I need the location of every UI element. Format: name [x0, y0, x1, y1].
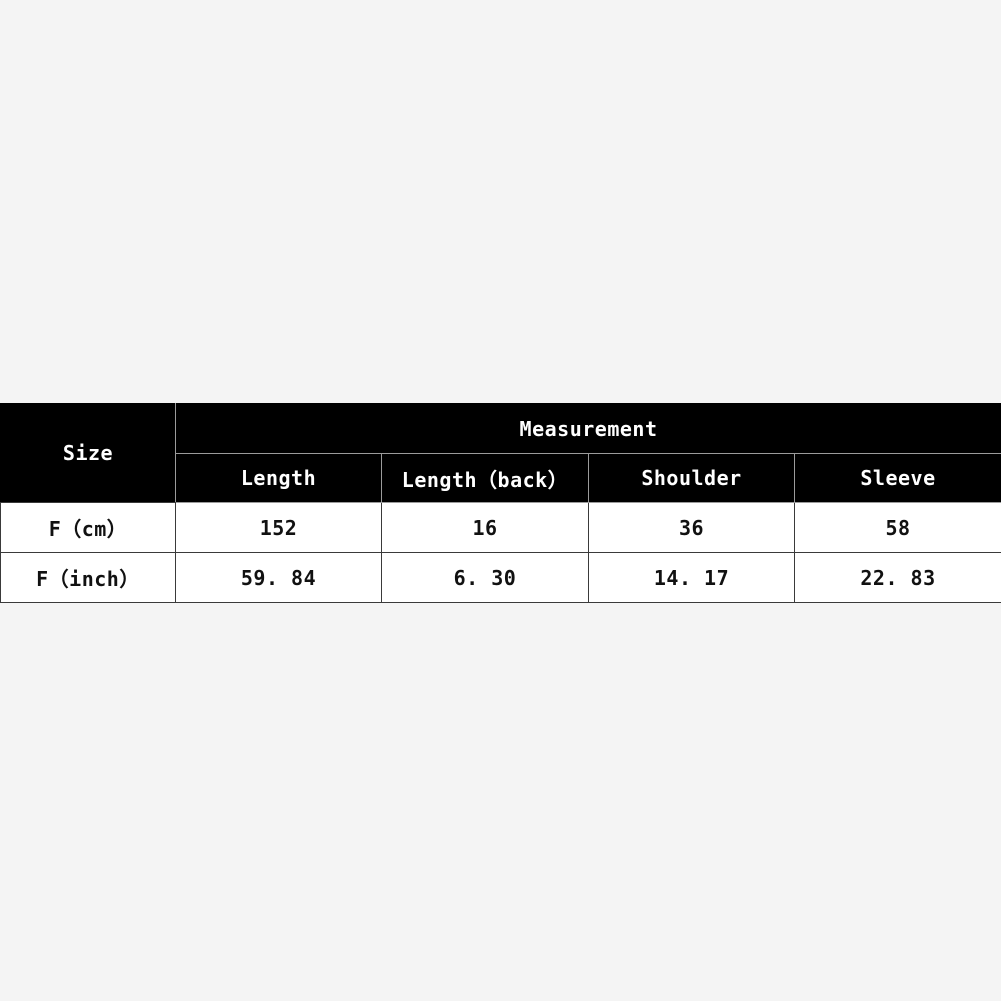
cell-inch-sleeve: 22. 83 [793, 552, 1001, 603]
cell-cm-shoulder: 36 [588, 502, 795, 553]
row-label-inch: F（inch） [0, 552, 176, 603]
header-size: Size [0, 403, 176, 503]
size-chart-table: Size Measurement Length Length（back） Sho… [0, 403, 1001, 603]
cell-cm-length: 152 [175, 502, 382, 553]
table-row: F（cm） 152 16 36 58 [0, 502, 1001, 553]
size-chart-header: Size Measurement Length Length（back） Sho… [0, 403, 1001, 503]
row-label-cm: F（cm） [0, 502, 176, 553]
header-length: Length [175, 453, 382, 503]
cell-cm-length-back: 16 [381, 502, 589, 553]
page-root: Size Measurement Length Length（back） Sho… [0, 0, 1001, 1001]
cell-inch-length: 59. 84 [175, 552, 382, 603]
table-row: F（inch） 59. 84 6. 30 14. 17 22. 83 [0, 552, 1001, 603]
header-sleeve: Sleeve [793, 453, 1001, 503]
cell-cm-sleeve: 58 [793, 502, 1001, 553]
cell-inch-length-back: 6. 30 [381, 552, 589, 603]
cell-inch-shoulder: 14. 17 [588, 552, 795, 603]
size-chart-body: F（cm） 152 16 36 58 F（inch） 59. 84 6. 30 … [0, 502, 1001, 603]
header-row-group: Size Measurement [0, 403, 1001, 503]
header-measurement-group: Measurement [174, 403, 1001, 454]
header-shoulder: Shoulder [588, 453, 795, 503]
header-length-back: Length（back） [381, 453, 589, 503]
